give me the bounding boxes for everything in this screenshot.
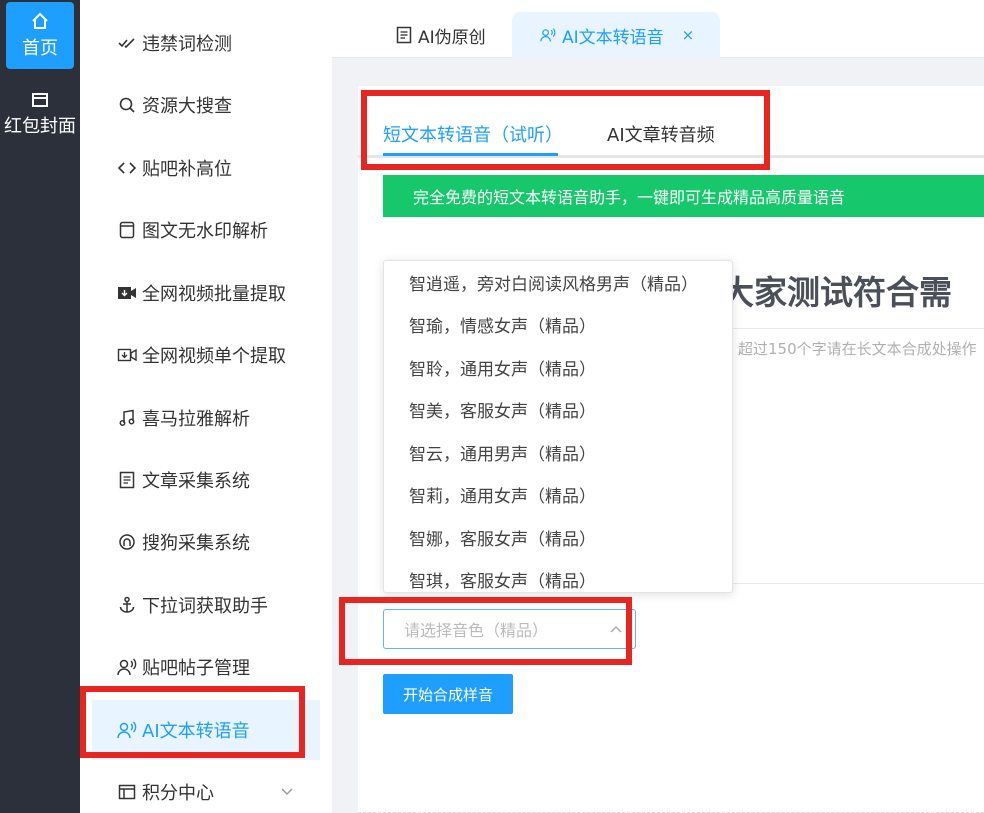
- rail-home-label: 首页: [22, 38, 58, 59]
- voice-user-icon: [540, 26, 556, 44]
- voice-user-icon: [117, 720, 137, 740]
- voice-option[interactable]: 智美，客服女声（精品）: [384, 389, 732, 432]
- menu-item-label: 图文无水印解析: [142, 221, 268, 242]
- menu-item-sogou-collect[interactable]: 搜狗采集系统: [92, 512, 320, 572]
- tab-label: AI文本转语音: [562, 27, 664, 48]
- menu-item-label: AI文本转语音: [142, 721, 250, 742]
- voice-option[interactable]: 智云，通用男声（精品）: [384, 431, 732, 474]
- rail-redpacket-label: 红包封面: [4, 116, 76, 137]
- menu-item-label: 喜马拉雅解析: [142, 409, 250, 430]
- menu-item-image-nowatermark[interactable]: 图文无水印解析: [92, 200, 320, 260]
- menu-item-article-collect[interactable]: 文章采集系统: [92, 450, 320, 510]
- menu-item-label: 全网视频单个提取: [142, 346, 286, 367]
- chevron-down-icon: [281, 788, 293, 795]
- tab-short-tts[interactable]: 短文本转语音（试听）: [383, 121, 563, 147]
- left-rail: 首页 红包封面: [0, 0, 80, 813]
- secondary-menu: 违禁词检测 资源大搜查 贴吧补高位 图文无水印解析 全网视频批量提取 全网视频单…: [80, 0, 332, 813]
- menu-item-label: 全网视频批量提取: [142, 284, 286, 305]
- textarea-border: [733, 328, 984, 329]
- menu-item-points-center[interactable]: 积分中心: [92, 762, 320, 813]
- home-icon: [32, 12, 48, 29]
- voice-dropdown-menu: 智逍遥，旁对白阅读风格男声（精品） 智瑜，情感女声（精品） 智聆，通用女声（精品…: [383, 260, 733, 593]
- menu-item-resource-search[interactable]: 资源大搜查: [92, 75, 320, 135]
- length-hint: 超过150个字请在长文本合成处操作: [738, 340, 977, 358]
- menu-item-banned-words[interactable]: 违禁词检测: [92, 13, 320, 73]
- menu-item-label: 搜狗采集系统: [142, 533, 250, 554]
- menu-item-label: 资源大搜查: [142, 96, 232, 117]
- page-tabs: AI伪原创 AI文本转语音 ×: [332, 0, 984, 58]
- tab-article-audio[interactable]: AI文章转音频: [607, 121, 715, 147]
- search-icon: [117, 95, 137, 115]
- menu-item-ximalaya[interactable]: 喜马拉雅解析: [92, 388, 320, 448]
- voice-option[interactable]: 智娜，客服女声（精品）: [384, 516, 732, 559]
- panel-icon: [117, 782, 137, 802]
- voice-option[interactable]: 智琪，客服女声（精品）: [384, 559, 732, 592]
- check-double-icon: [117, 33, 137, 53]
- inner-tabs: 短文本转语音（试听） AI文章转音频: [358, 86, 984, 158]
- video-download-icon: [117, 283, 137, 303]
- voice-user-icon: [117, 657, 137, 677]
- voice-select[interactable]: 请选择音色（精品）: [383, 609, 636, 649]
- menu-item-label: 积分中心: [142, 783, 214, 804]
- menu-item-ai-tts[interactable]: AI文本转语音: [92, 700, 320, 760]
- voice-option[interactable]: 智莉，通用女声（精品）: [384, 474, 732, 517]
- menu-item-video-batch[interactable]: 全网视频批量提取: [92, 263, 320, 323]
- voice-select-placeholder: 请选择音色（精品）: [404, 621, 549, 640]
- tab-ai-tts[interactable]: AI文本转语音 ×: [512, 12, 720, 58]
- badge-icon: [117, 532, 137, 552]
- menu-item-video-single[interactable]: 全网视频单个提取: [92, 325, 320, 385]
- page-heading: 大家测试符合需: [721, 273, 952, 312]
- menu-item-tieba-posts[interactable]: 贴吧帖子管理: [92, 637, 320, 697]
- start-synthesis-button[interactable]: 开始合成样音: [383, 674, 513, 714]
- video-icon: [117, 345, 137, 365]
- document-icon: [396, 26, 412, 44]
- music-icon: [117, 408, 137, 428]
- textarea-bottom-border: [733, 583, 984, 584]
- anchor-icon: [117, 595, 137, 615]
- menu-item-tieba-boost[interactable]: 贴吧补高位: [92, 138, 320, 198]
- rail-redpacket-button[interactable]: 红包封面: [0, 92, 80, 138]
- info-banner: 完全免费的短文本转语音助手，一键即可生成精品高质量语音: [383, 175, 984, 217]
- code-icon: [117, 158, 137, 178]
- voice-option[interactable]: 智逍遥，旁对白阅读风格男声（精品）: [384, 261, 732, 304]
- tab-label: AI伪原创: [418, 27, 486, 48]
- document-icon: [117, 470, 137, 490]
- active-tab-indicator: [383, 153, 558, 156]
- close-icon[interactable]: ×: [682, 26, 695, 44]
- voice-option[interactable]: 智瑜，情感女声（精品）: [384, 304, 732, 347]
- menu-item-dropdown-words[interactable]: 下拉词获取助手: [92, 575, 320, 635]
- card-icon: [32, 93, 48, 107]
- menu-item-label: 下拉词获取助手: [142, 596, 268, 617]
- menu-item-label: 文章采集系统: [142, 471, 250, 492]
- menu-item-label: 贴吧帖子管理: [142, 658, 250, 679]
- rail-home-button[interactable]: 首页: [6, 2, 74, 69]
- chevron-up-icon: [610, 626, 622, 633]
- menu-item-label: 违禁词检测: [142, 34, 232, 55]
- window-icon: [117, 220, 137, 240]
- tab-ai-rewrite[interactable]: AI伪原创: [396, 12, 486, 58]
- voice-option[interactable]: 智聆，通用女声（精品）: [384, 346, 732, 389]
- menu-item-label: 贴吧补高位: [142, 159, 232, 180]
